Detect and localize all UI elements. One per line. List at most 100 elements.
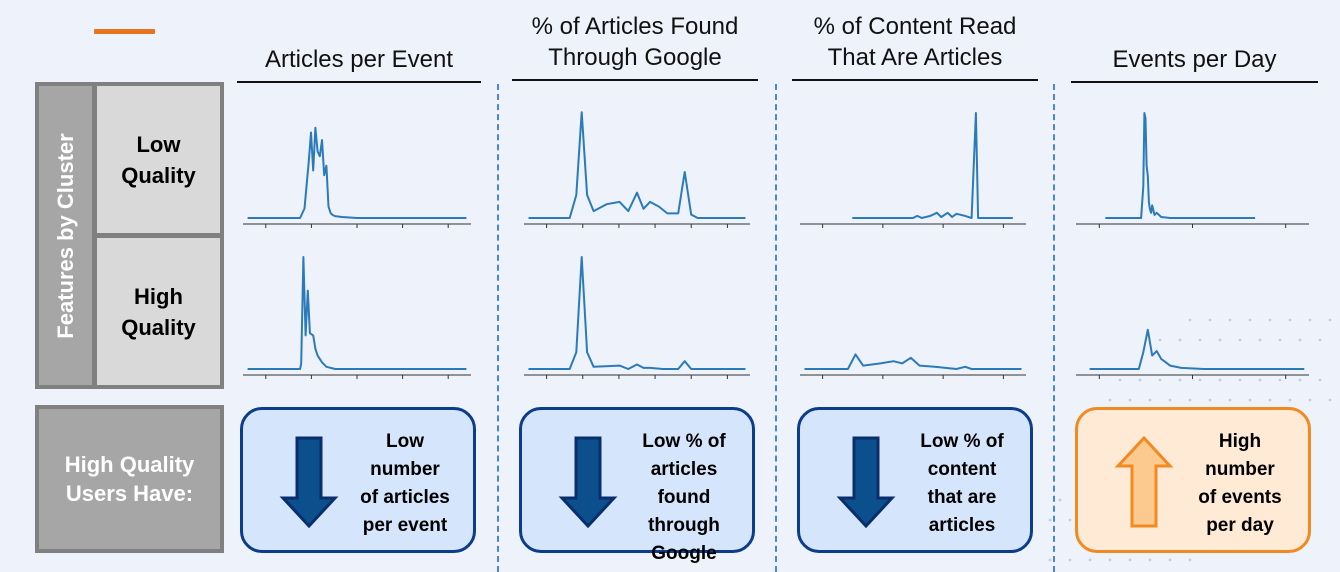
card-line: number xyxy=(1205,459,1275,480)
summary-line: High Quality xyxy=(64,452,195,477)
decorative-dot xyxy=(1208,398,1212,402)
column-title-line: Articles per Event xyxy=(264,46,454,73)
card-line: High xyxy=(1218,431,1262,452)
decorative-dot xyxy=(1068,518,1072,522)
cluster-group-label: Features by Cluster xyxy=(39,86,92,385)
decorative-dot xyxy=(1328,318,1332,322)
decorative-dot xyxy=(1298,338,1302,342)
card-line: of events xyxy=(1198,487,1282,508)
decorative-dot xyxy=(1218,338,1222,342)
decorative-dot xyxy=(1318,338,1322,342)
column-title-content: % of Content Read That Are Articles xyxy=(792,11,1038,73)
density-plot-content-low xyxy=(800,112,1026,228)
column-title-articles-per-event: Articles per Event xyxy=(237,44,481,75)
column-title-rule xyxy=(792,79,1038,81)
card-line: Low % of xyxy=(642,431,726,452)
decorative-dot xyxy=(1148,398,1152,402)
insight-card-google: Low % of articles found through Google xyxy=(519,407,755,564)
accent-bar xyxy=(94,29,155,34)
card-line: of articles xyxy=(360,487,450,508)
card-line: per day xyxy=(1206,515,1274,536)
row-label-line: Quality xyxy=(121,314,196,340)
column-title-rule xyxy=(512,79,758,81)
insight-card-events-per-day: High number of events per day xyxy=(1075,407,1311,553)
row-label-line: High xyxy=(134,283,183,309)
decorative-dot xyxy=(1228,398,1232,402)
decorative-dot xyxy=(1128,398,1132,402)
column-separator xyxy=(497,84,499,572)
insight-card-content: Low % of content that are articles xyxy=(797,407,1033,553)
density-line xyxy=(1105,112,1256,219)
column-title-line: % of Content Read xyxy=(813,13,1017,40)
column-title-line: Events per Day xyxy=(1112,46,1277,73)
density-plot-google-low xyxy=(524,111,750,228)
decorative-dot xyxy=(1248,318,1252,322)
row-label-high-quality: High Quality xyxy=(97,238,220,385)
decorative-dot xyxy=(1138,378,1142,382)
column-title-google: % of Articles Found Through Google xyxy=(512,11,758,73)
decorative-dot xyxy=(1328,398,1332,402)
card-line: Google xyxy=(651,543,717,564)
decorative-dot xyxy=(1218,378,1222,382)
decorative-dot xyxy=(1188,398,1192,402)
summary-line: Users Have: xyxy=(65,481,194,506)
decorative-dot xyxy=(1238,378,1242,382)
decorative-dot xyxy=(1168,398,1172,402)
card-line: articles xyxy=(928,515,996,536)
card-line: that are xyxy=(927,487,997,508)
row-label-line: Quality xyxy=(121,162,196,188)
column-title-line: Through Google xyxy=(548,44,722,71)
column-title-line: % of Articles Found xyxy=(531,13,739,40)
arrow-down-icon xyxy=(836,436,896,528)
decorative-dot xyxy=(1288,318,1292,322)
density-line xyxy=(528,256,746,370)
row-label-low-quality: Low Quality xyxy=(97,86,220,233)
decorative-dot xyxy=(1288,398,1292,402)
density-line xyxy=(804,353,1022,370)
card-line: Low xyxy=(386,431,424,452)
density-line xyxy=(247,256,467,370)
decorative-dot xyxy=(1178,338,1182,342)
card-line: through xyxy=(648,515,720,536)
decorative-dot xyxy=(1318,378,1322,382)
arrow-down-icon xyxy=(558,436,618,528)
decorative-dot xyxy=(1188,558,1192,562)
decorative-dot xyxy=(1278,338,1282,342)
card-line: per event xyxy=(362,515,448,536)
decorative-dot xyxy=(1268,318,1272,322)
high-quality-users-label: High Quality Users Have: xyxy=(35,405,224,553)
decorative-dot xyxy=(1258,378,1262,382)
decorative-dot xyxy=(1298,378,1302,382)
density-line xyxy=(247,126,467,219)
density-line xyxy=(528,111,746,219)
decorative-dot xyxy=(1278,378,1282,382)
card-line: Low % of xyxy=(920,431,1004,452)
decorative-dot xyxy=(1208,318,1212,322)
decorative-dot xyxy=(1128,558,1132,562)
decorative-dot xyxy=(1268,398,1272,402)
column-title-line: That Are Articles xyxy=(827,44,1003,71)
decorative-dot xyxy=(1198,338,1202,342)
arrow-up-icon xyxy=(1114,436,1174,528)
arrow-down-icon xyxy=(279,436,339,528)
decorative-dot xyxy=(1088,558,1092,562)
density-plot-events-low xyxy=(1076,112,1309,228)
decorative-dot xyxy=(1108,558,1112,562)
row-label-line: Low xyxy=(136,131,181,157)
decorative-dot xyxy=(1048,518,1052,522)
density-plot-google-high xyxy=(524,256,750,379)
density-plot-content-high xyxy=(800,353,1026,379)
decorative-dot xyxy=(1058,498,1062,502)
decorative-dot xyxy=(1168,558,1172,562)
card-line: content xyxy=(927,459,997,480)
column-separator xyxy=(775,84,777,572)
column-title-rule xyxy=(1071,81,1318,83)
decorative-dot xyxy=(1048,558,1052,562)
decorative-dot xyxy=(1108,398,1112,402)
decorative-dot xyxy=(1238,338,1242,342)
density-line xyxy=(852,112,1013,219)
density-plot-articles-per-event-high xyxy=(243,256,471,379)
insight-card-articles-per-event: Low number of articles per event xyxy=(240,407,476,553)
decorative-dot xyxy=(1178,378,1182,382)
decorative-dot xyxy=(1068,558,1072,562)
